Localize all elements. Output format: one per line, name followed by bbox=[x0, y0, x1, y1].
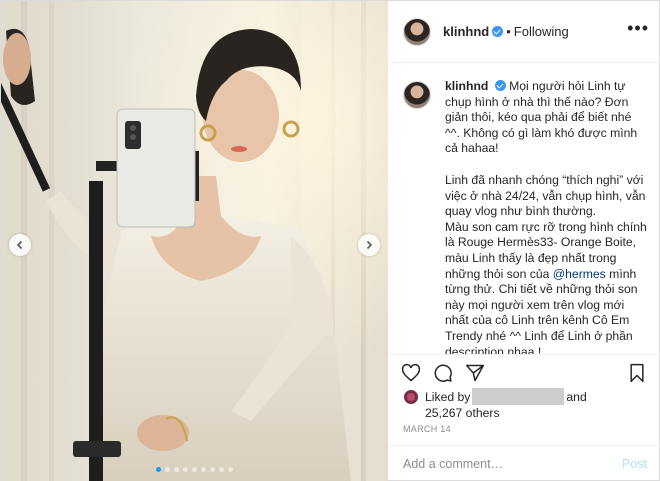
header-separator: • bbox=[506, 24, 511, 39]
caption-avatar[interactable] bbox=[403, 81, 431, 109]
caption-paragraph-2: Linh đã nhanh chóng “thích nghi” với việ… bbox=[445, 172, 647, 281]
redacted-username bbox=[472, 388, 565, 405]
action-bar bbox=[389, 354, 660, 388]
likes-conjunction: and bbox=[566, 389, 587, 404]
follow-button[interactable]: Following bbox=[514, 24, 569, 39]
bookmark-icon[interactable] bbox=[627, 363, 647, 383]
chevron-right-icon bbox=[366, 240, 373, 250]
post-media[interactable] bbox=[1, 1, 388, 481]
caption-username[interactable]: klinhnd bbox=[445, 79, 488, 93]
instagram-post: klinhnd • Following ••• klinhnd Mọi ngườ… bbox=[0, 0, 660, 481]
add-comment-bar: Post bbox=[389, 445, 660, 481]
carousel-dot bbox=[183, 467, 188, 472]
verified-badge-icon bbox=[494, 80, 506, 91]
comment-input[interactable] bbox=[403, 457, 622, 471]
post-date[interactable]: MARCH 14 bbox=[403, 424, 451, 434]
post-photo bbox=[1, 1, 388, 481]
share-icon[interactable] bbox=[465, 363, 485, 383]
carousel-indicator bbox=[1, 467, 388, 472]
liker-avatar[interactable] bbox=[403, 388, 419, 405]
caption-text: klinhnd Mọi người hỏi Linh tự chụp hình … bbox=[445, 79, 647, 354]
likes-count[interactable]: 25,267 others bbox=[425, 406, 653, 420]
liked-by-label: Liked by bbox=[425, 389, 471, 404]
carousel-dot bbox=[156, 467, 161, 472]
verified-badge-icon bbox=[492, 26, 504, 37]
post-header: klinhnd • Following ••• bbox=[389, 1, 660, 63]
mention-link[interactable]: @hermes bbox=[553, 267, 606, 281]
likes-section: Liked by and 25,267 others bbox=[403, 388, 653, 420]
post-comment-button[interactable]: Post bbox=[622, 457, 647, 471]
author-avatar[interactable] bbox=[403, 17, 431, 46]
post-side-panel: klinhnd • Following ••• klinhnd Mọi ngườ… bbox=[389, 1, 660, 481]
carousel-dot bbox=[228, 467, 233, 472]
carousel-dot bbox=[210, 467, 215, 472]
carousel-dot bbox=[174, 467, 179, 472]
carousel-prev-button[interactable] bbox=[9, 234, 31, 256]
carousel-dot bbox=[201, 467, 206, 472]
more-options-icon[interactable]: ••• bbox=[627, 19, 649, 37]
author-username[interactable]: klinhnd bbox=[443, 24, 489, 39]
chevron-left-icon bbox=[16, 240, 23, 250]
comment-icon[interactable] bbox=[433, 363, 453, 383]
carousel-next-button[interactable] bbox=[358, 234, 380, 256]
carousel-dot bbox=[219, 467, 224, 472]
caption-section: klinhnd Mọi người hỏi Linh tự chụp hình … bbox=[389, 64, 660, 354]
carousel-dot bbox=[165, 467, 170, 472]
heart-icon[interactable] bbox=[401, 363, 421, 383]
carousel-dot bbox=[192, 467, 197, 472]
